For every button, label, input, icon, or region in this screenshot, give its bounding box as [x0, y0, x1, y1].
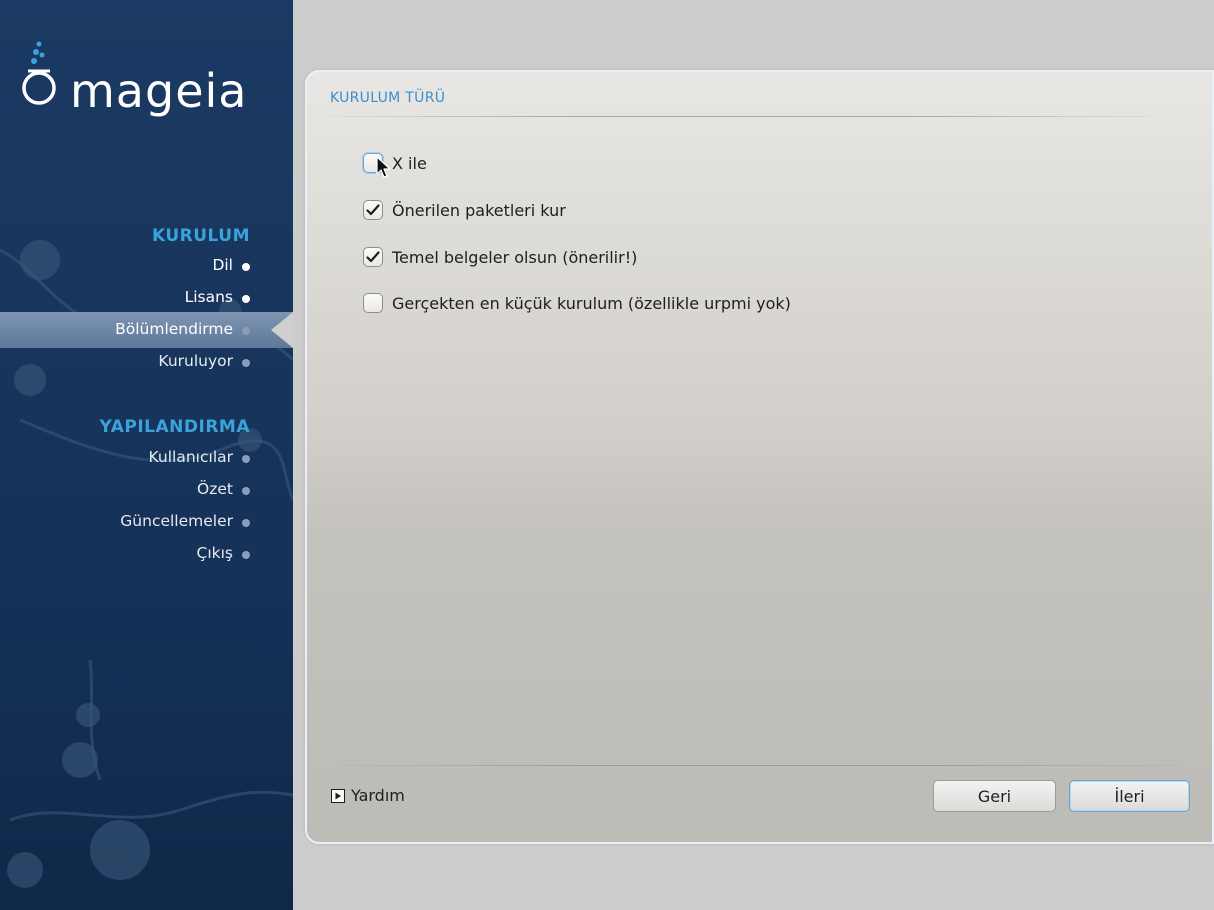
sidebar-item-cikis: Çıkış: [196, 544, 234, 562]
step-pending-dot: [242, 519, 250, 527]
checkmark-icon: [366, 251, 380, 263]
title-divider: [330, 116, 1156, 117]
option-basic-docs[interactable]: Temel belgeler olsun (önerilir!): [363, 245, 637, 269]
step-pending-dot: [242, 551, 250, 559]
with-x-label[interactable]: X ile: [392, 154, 427, 173]
checkmark-icon: [366, 204, 380, 216]
sidebar-section-kurulum: KURULUM: [151, 226, 250, 246]
back-button[interactable]: Geri: [933, 780, 1056, 812]
option-minimal-install[interactable]: Gerçekten en küçük kurulum (özellikle ur…: [363, 291, 791, 315]
sidebar-item-guncellemeler: Güncellemeler: [120, 512, 233, 530]
step-done-dot: [242, 295, 250, 303]
sidebar-item-ozet: Özet: [197, 480, 233, 498]
option-with-x[interactable]: X ile: [363, 151, 427, 175]
mouse-pointer-icon: [376, 156, 391, 178]
step-pending-dot: [242, 487, 250, 495]
next-button[interactable]: İleri: [1069, 780, 1190, 812]
sidebar-section-yapilandirma: YAPILANDIRMA: [99, 417, 250, 437]
basic-docs-label[interactable]: Temel belgeler olsun (önerilir!): [392, 248, 637, 267]
sidebar: mageia KURULUM Dil Lisans Bölümlendirme …: [0, 0, 293, 910]
option-recommended-packages[interactable]: Önerilen paketleri kur: [363, 198, 566, 222]
sidebar-floral-decoration: [0, 240, 293, 888]
step-pending-dot: [242, 359, 250, 367]
basic-docs-checkbox[interactable]: [363, 247, 383, 267]
sidebar-item-lisans: Lisans: [184, 288, 233, 306]
step-pending-dot: [242, 455, 250, 463]
minimal-install-label[interactable]: Gerçekten en küçük kurulum (özellikle ur…: [392, 294, 791, 313]
brand-name: mageia: [70, 64, 248, 118]
step-current-dot: [242, 327, 250, 335]
recommended-packages-label[interactable]: Önerilen paketleri kur: [392, 201, 566, 220]
page-title: KURULUM TÜRÜ: [330, 90, 446, 106]
active-step-arrow-icon: [271, 312, 293, 348]
help-toggle[interactable]: Yardım: [331, 786, 405, 805]
sidebar-item-kullanicilar: Kullanıcılar: [148, 448, 233, 466]
sidebar-item-kuruluyor: Kuruluyor: [158, 352, 233, 370]
triangle-right-icon[interactable]: [331, 788, 345, 803]
help-label[interactable]: Yardım: [351, 786, 405, 805]
sidebar-item-bolumlendirme: Bölümlendirme: [115, 320, 233, 338]
install-type-panel: [305, 70, 1214, 844]
step-done-dot: [242, 263, 250, 271]
bottom-divider: [330, 765, 1190, 766]
recommended-packages-checkbox[interactable]: [363, 200, 383, 220]
sidebar-item-dil: Dil: [212, 256, 233, 274]
minimal-install-checkbox[interactable]: [363, 293, 383, 313]
